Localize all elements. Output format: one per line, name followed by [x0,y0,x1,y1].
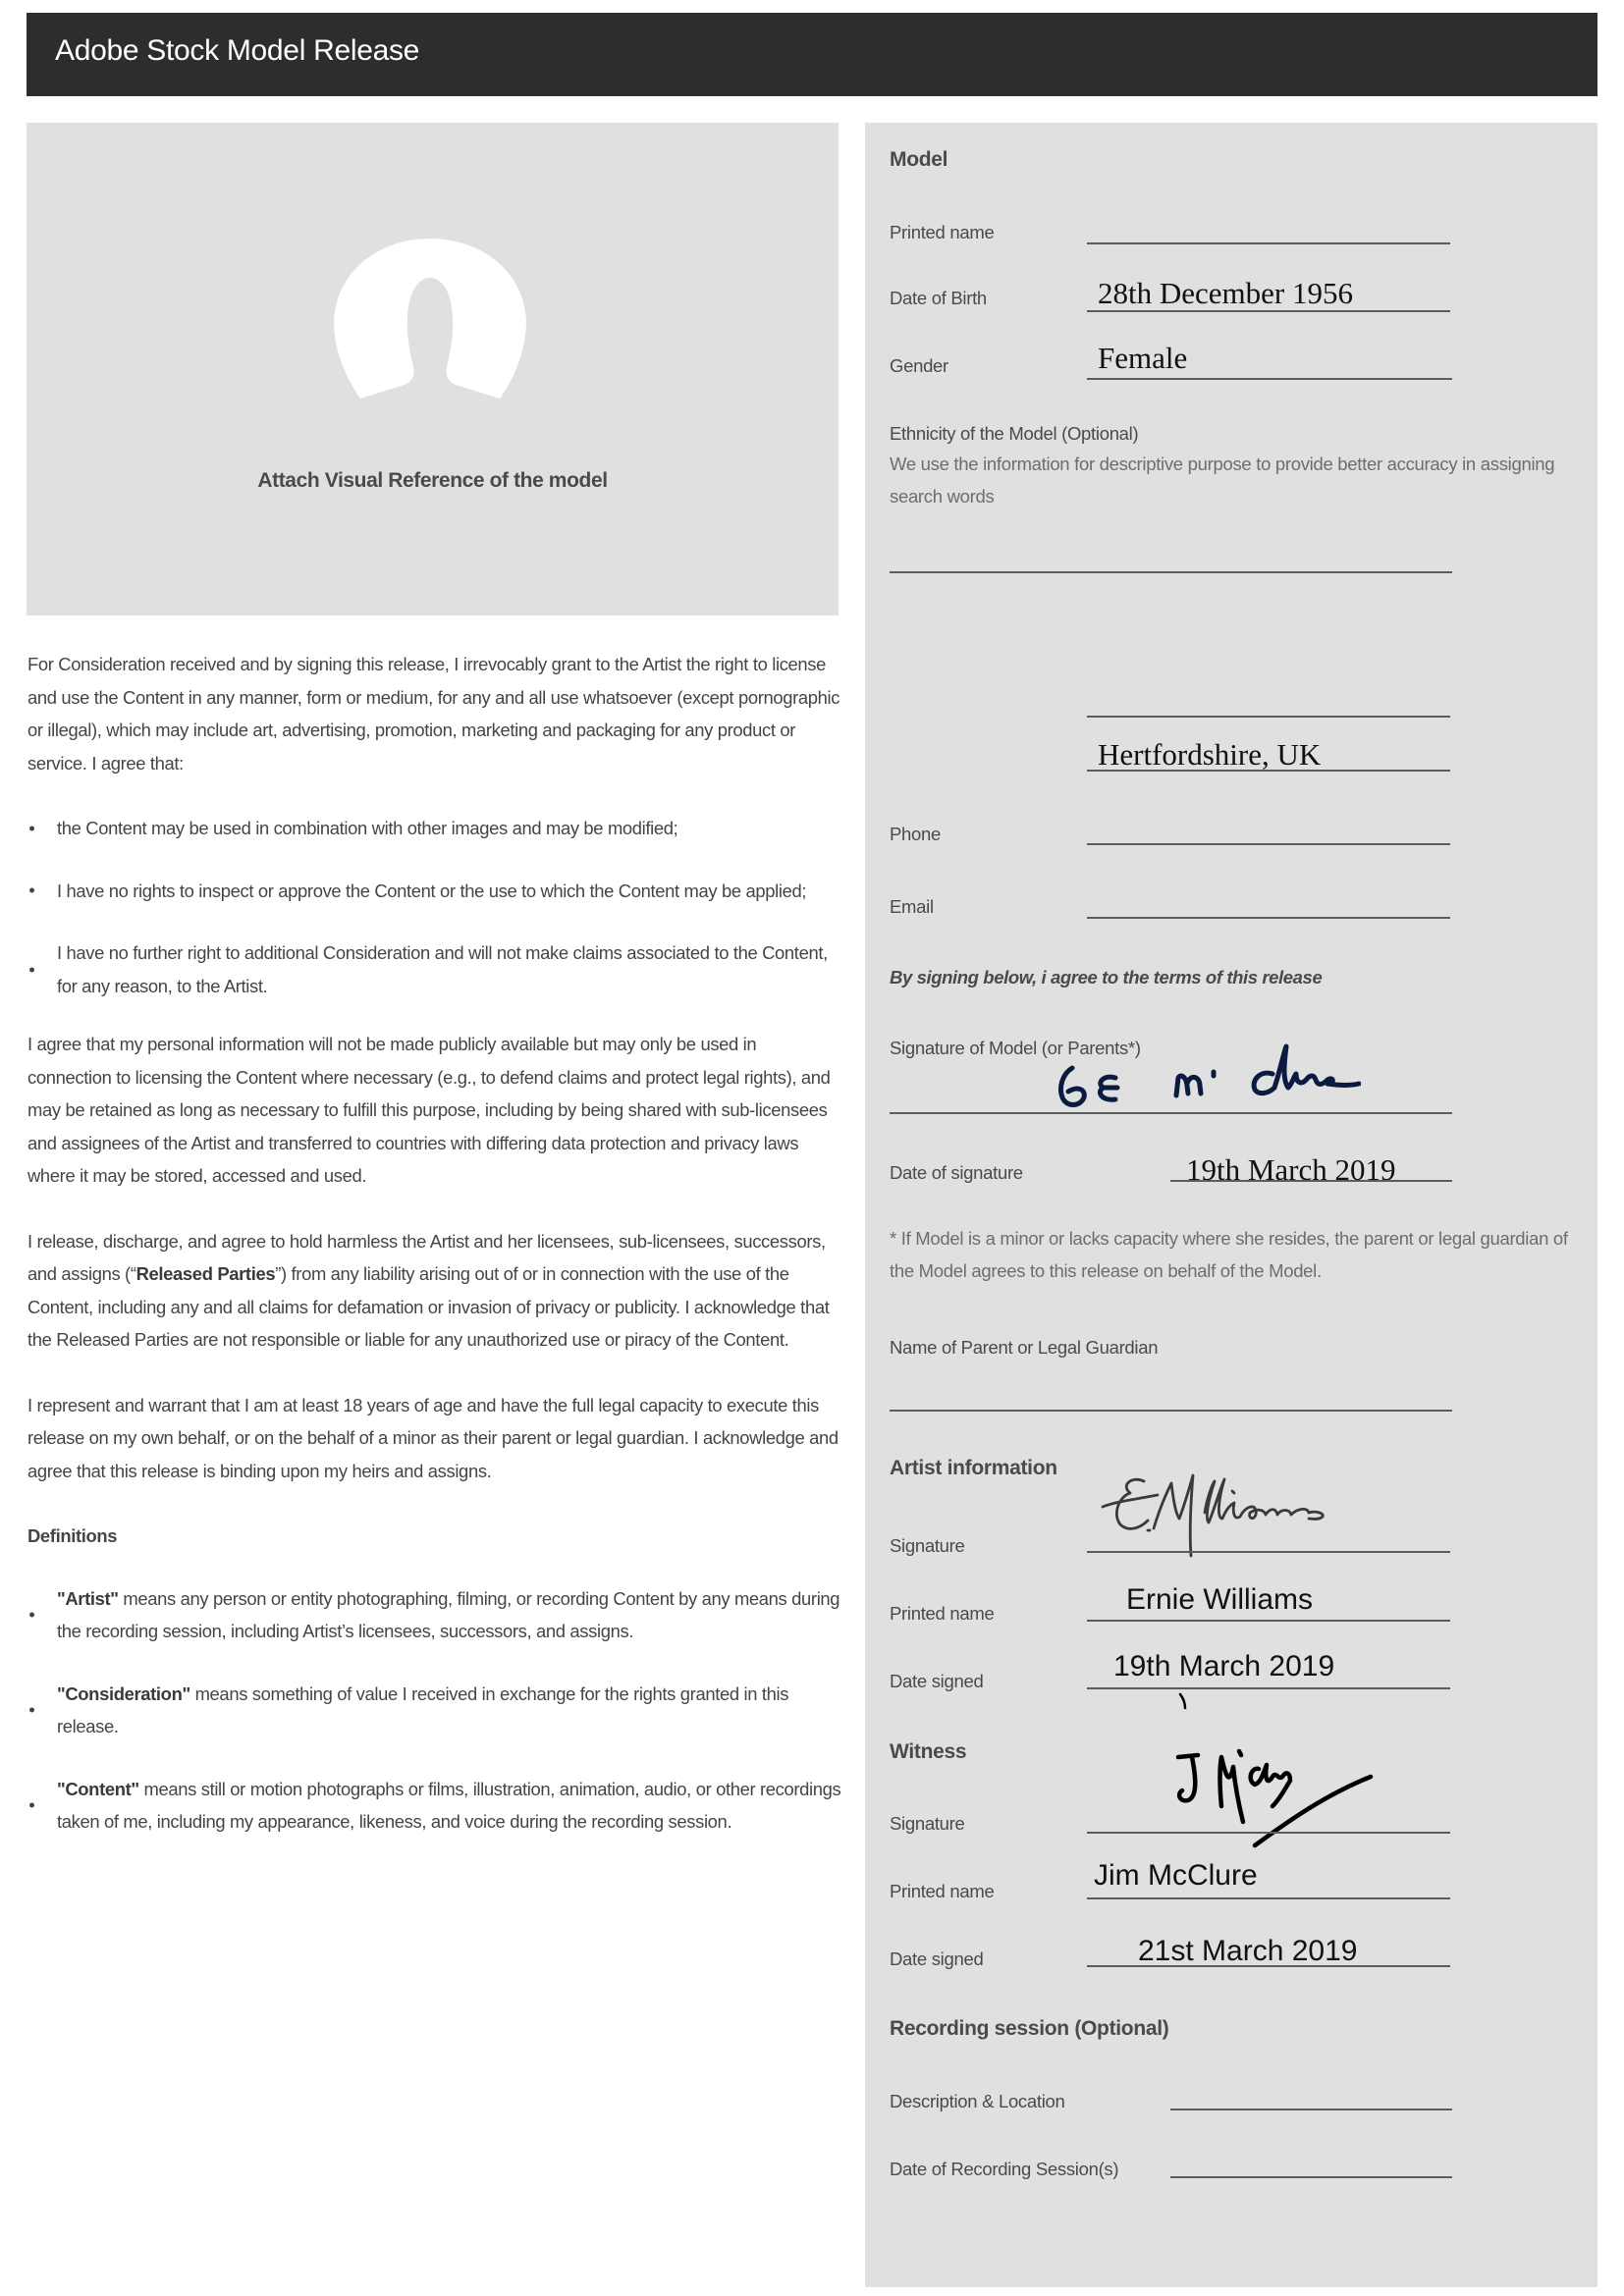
minor-note: * If Model is a minor or lacks capacity … [890,1228,1568,1281]
terms-intro: For Consideration received and by signin… [27,654,840,774]
witness-date-signed-value: 21st March 2019 [1138,1935,1358,1967]
document-title: Adobe Stock Model Release [55,34,420,67]
guardian-field[interactable] [890,1410,1452,1412]
artist-signature-label: Signature [890,1535,965,1556]
model-printed-name-label: Printed name [890,222,995,242]
definition-item: "Artist" means any person or entity phot… [27,1582,842,1648]
address-line-1-field[interactable] [1087,716,1450,718]
artist-signature [1101,1473,1325,1558]
model-section-heading: Model [890,148,948,171]
ethnicity-field[interactable] [890,571,1452,573]
definition-item: "Consideration" means something of value… [27,1678,842,1743]
witness-printed-name-field[interactable] [1087,1897,1450,1899]
definition-item: "Content" means still or motion photogra… [27,1773,842,1839]
bullet-icon [29,967,34,972]
title-bar: Adobe Stock Model Release [27,13,1597,96]
agreement-item: I have no further right to additional Co… [27,936,842,1002]
avatar-placeholder-icon [334,239,526,399]
witness-date-signed-field[interactable] [1087,1965,1450,1967]
witness-section-heading: Witness [890,1740,967,1763]
recording-date-field[interactable] [1170,2176,1452,2178]
bullet-icon [29,1612,34,1618]
dob-value: 28th December 1956 [1098,276,1353,310]
artist-printed-name-label: Printed name [890,1603,995,1624]
witness-printed-name-value: Jim McClure [1094,1859,1258,1892]
agreement-list: the Content may be used in combination w… [27,812,842,1002]
model-printed-name-field[interactable] [1087,242,1450,244]
artist-date-signed-value: 19th March 2019 [1113,1650,1335,1682]
email-label: Email [890,896,934,917]
agreement-item: I have no rights to inspect or approve t… [27,875,842,908]
address-line-2-field[interactable] [1087,770,1450,772]
bullet-icon [29,1707,34,1713]
gender-value: Female [1098,341,1188,375]
bullet-icon [29,826,34,831]
agreement-statement: By signing below, i agree to the terms o… [890,967,1323,988]
attach-reference-caption: Attach Visual Reference of the model [257,469,608,492]
artist-printed-name-value: Ernie Williams [1126,1583,1314,1616]
date-of-signature-value: 19th March 2019 [1186,1152,1396,1187]
bullet-icon [29,1802,34,1808]
artist-date-signed-label: Date signed [890,1671,984,1691]
artist-printed-name-field[interactable] [1087,1620,1450,1622]
release-paragraph: I release, discharge, and agree to hold … [27,1230,830,1351]
witness-signature-label: Signature [890,1813,965,1834]
recording-date-label: Date of Recording Session(s) [890,2159,1119,2179]
witness-printed-name-label: Printed name [890,1881,995,1901]
release-terms: For Consideration received and by signin… [27,648,842,1868]
dob-label: Date of Birth [890,288,987,308]
privacy-paragraph: I agree that my personal information wil… [27,1034,831,1186]
definitions-list: "Artist" means any person or entity phot… [27,1582,842,1839]
artist-signature-field[interactable] [1087,1551,1450,1553]
release-form-panel: Model Printed name Date of Birth 28th De… [865,123,1597,2287]
date-of-signature-field[interactable] [1170,1180,1452,1182]
description-location-label: Description & Location [890,2091,1065,2111]
definitions-heading: Definitions [27,1525,118,1546]
visual-reference-dropzone[interactable]: Attach Visual Reference of the model [27,123,839,615]
phone-label: Phone [890,824,941,844]
artist-section-heading: Artist information [890,1457,1057,1479]
agreement-item: the Content may be used in combination w… [27,812,842,845]
gender-label: Gender [890,355,948,376]
ink-mark [1178,1692,1187,1710]
artist-date-signed-field[interactable] [1087,1687,1450,1689]
witness-date-signed-label: Date signed [890,1949,984,1969]
warranty-paragraph: I represent and warrant that I am at lea… [27,1394,839,1481]
recording-section-heading: Recording session (Optional) [890,2017,1169,2040]
description-location-field[interactable] [1170,2109,1452,2110]
phone-field[interactable] [1087,843,1450,845]
model-signature [1057,1043,1361,1107]
gender-field[interactable] [1087,378,1452,380]
witness-signature [1175,1748,1374,1848]
witness-signature-field[interactable] [1087,1832,1450,1834]
dob-field[interactable] [1087,310,1450,312]
model-signature-field[interactable] [890,1112,1452,1114]
date-of-signature-label: Date of signature [890,1162,1023,1183]
guardian-label: Name of Parent or Legal Guardian [890,1337,1159,1358]
ethnicity-help-text: We use the information for descriptive p… [890,454,1555,507]
bullet-icon [29,887,34,893]
address-line-2-value: Hertfordshire, UK [1098,737,1322,772]
email-field[interactable] [1087,917,1450,919]
released-parties-term: Released Parties [135,1263,276,1284]
ethnicity-label: Ethnicity of the Model (Optional) [890,423,1139,444]
